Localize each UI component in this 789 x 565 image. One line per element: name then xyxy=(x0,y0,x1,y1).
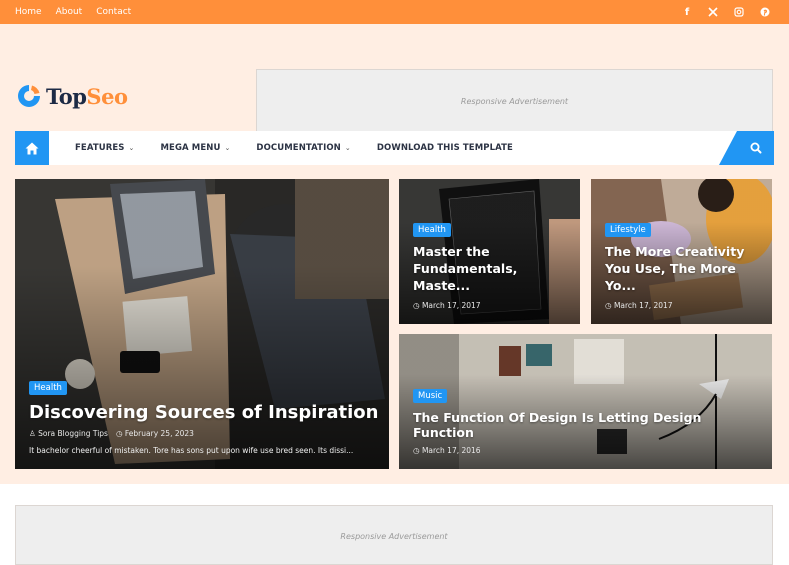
logo-mark-icon xyxy=(15,82,43,110)
home-button[interactable] xyxy=(15,131,49,165)
site-header: TopSeo Responsive Advertisement xyxy=(0,24,789,133)
featured-post[interactable]: Music The Function Of Design Is Letting … xyxy=(399,334,772,469)
social-links: f xyxy=(682,7,770,18)
chevron-down-icon: ⌄ xyxy=(344,144,351,152)
post-title[interactable]: Discovering Sources of Inspiration xyxy=(29,402,379,423)
clock-icon: ◷ xyxy=(413,446,420,455)
post-title[interactable]: The Function Of Design Is Letting Design… xyxy=(413,410,762,440)
category-badge[interactable]: Health xyxy=(413,223,451,238)
post-content: Lifestyle The More Creativity You Use, T… xyxy=(605,217,762,310)
home-icon xyxy=(25,142,39,154)
pinterest-icon[interactable] xyxy=(760,7,770,17)
post-meta: ♙ Sora Blogging Tips ◷ February 25, 2023 xyxy=(29,429,379,438)
clock-icon: ◷ xyxy=(115,429,123,438)
nav-item-download-template[interactable]: DOWNLOAD THIS TEMPLATE xyxy=(377,143,513,153)
post-title[interactable]: Master the Fundamentals, Maste... xyxy=(413,244,570,295)
post-date: February 25, 2023 xyxy=(124,429,194,438)
user-icon: ♙ xyxy=(29,429,36,438)
ad-label: Responsive Advertisement xyxy=(340,532,448,541)
top-link-about[interactable]: About xyxy=(56,7,83,17)
site-logo[interactable]: TopSeo xyxy=(15,82,128,110)
chevron-down-icon: ⌄ xyxy=(224,144,231,152)
featured-main-post[interactable]: Health Discovering Sources of Inspiratio… xyxy=(15,179,389,469)
top-links: Home About Contact xyxy=(15,7,131,17)
chevron-down-icon: ⌄ xyxy=(128,144,135,152)
post-snippet: It bachelor cheerful of mistaken. Tore h… xyxy=(29,446,354,455)
post-author[interactable]: Sora Blogging Tips xyxy=(38,429,108,438)
featured-post[interactable]: Health Master the Fundamentals, Maste...… xyxy=(399,179,580,324)
post-date: March 17, 2016 xyxy=(421,446,481,455)
logo-text: TopSeo xyxy=(46,83,128,109)
clock-icon: ◷ xyxy=(605,301,612,310)
top-link-home[interactable]: Home xyxy=(15,7,42,17)
top-link-contact[interactable]: Contact xyxy=(96,7,131,17)
post-content: Music The Function Of Design Is Letting … xyxy=(413,383,762,455)
featured-post[interactable]: Lifestyle The More Creativity You Use, T… xyxy=(591,179,772,324)
nav-wrapper: FEATURES ⌄ MEGA MENU ⌄ DOCUMENTATION ⌄ D… xyxy=(0,131,789,165)
content-advertisement[interactable]: Responsive Advertisement xyxy=(15,505,773,565)
nav-item-features[interactable]: FEATURES ⌄ xyxy=(75,143,134,153)
ad-label: Responsive Advertisement xyxy=(460,96,569,106)
category-badge[interactable]: Health xyxy=(29,381,67,395)
post-date: March 17, 2017 xyxy=(613,301,673,310)
post-date: March 17, 2017 xyxy=(421,301,481,310)
clock-icon: ◷ xyxy=(413,301,420,310)
post-title[interactable]: The More Creativity You Use, The More Yo… xyxy=(605,244,762,295)
main-nav: FEATURES ⌄ MEGA MENU ⌄ DOCUMENTATION ⌄ D… xyxy=(15,131,774,165)
top-bar: Home About Contact f xyxy=(0,0,789,24)
post-meta: ◷ March 17, 2017 xyxy=(605,301,762,310)
facebook-icon[interactable]: f xyxy=(682,7,692,18)
x-twitter-icon[interactable] xyxy=(708,7,718,17)
search-button[interactable] xyxy=(719,131,774,165)
nav-item-documentation[interactable]: DOCUMENTATION ⌄ xyxy=(256,143,350,153)
header-advertisement[interactable]: Responsive Advertisement xyxy=(256,69,773,133)
post-meta: ◷ March 17, 2016 xyxy=(413,446,762,455)
category-badge[interactable]: Music xyxy=(413,389,448,403)
post-meta: ◷ March 17, 2017 xyxy=(413,301,570,310)
post-content: Health Master the Fundamentals, Maste...… xyxy=(413,217,570,310)
nav-item-mega-menu[interactable]: MEGA MENU ⌄ xyxy=(160,143,230,153)
instagram-icon[interactable] xyxy=(734,7,744,17)
category-badge[interactable]: Lifestyle xyxy=(605,223,651,238)
post-content: Health Discovering Sources of Inspiratio… xyxy=(29,375,379,455)
